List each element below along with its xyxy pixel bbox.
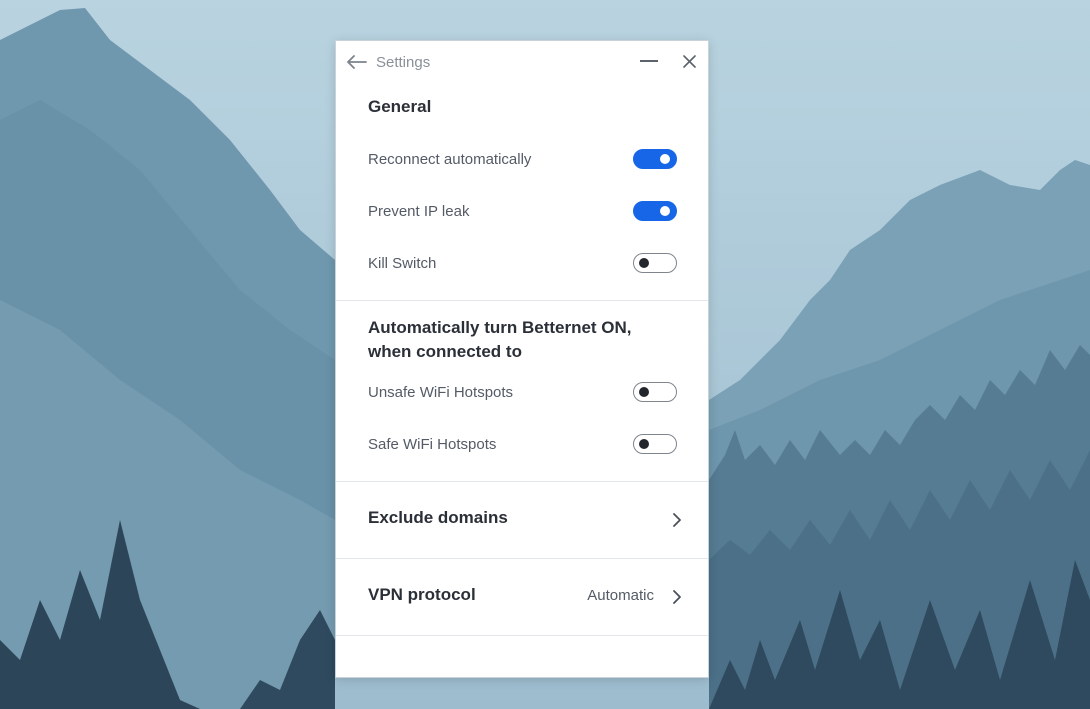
close-icon bbox=[682, 54, 696, 68]
unsafe-wifi-hotspots-toggle[interactable] bbox=[633, 382, 677, 402]
reconnect-automatically-label: Reconnect automatically bbox=[368, 151, 532, 168]
kill-switch-label: Kill Switch bbox=[368, 255, 437, 272]
settings-window: Settings General Reconnect automatically… bbox=[335, 40, 709, 678]
unsafe-wifi-hotspots-label: Unsafe WiFi Hotspots bbox=[368, 384, 514, 401]
section-divider bbox=[336, 300, 708, 301]
chevron-right-icon bbox=[673, 590, 681, 604]
vpn-protocol-label: VPN protocol bbox=[368, 585, 476, 604]
minimize-icon bbox=[640, 60, 658, 62]
close-button[interactable] bbox=[678, 50, 700, 72]
prevent-ip-leak-label: Prevent IP leak bbox=[368, 203, 470, 220]
general-heading: General bbox=[368, 97, 432, 116]
auto-on-heading: Automatically turn Betternet ON, when co… bbox=[368, 316, 632, 364]
exclude-domains-label: Exclude domains bbox=[368, 508, 508, 527]
section-divider bbox=[336, 635, 708, 636]
auto-on-heading-line1: Automatically turn Betternet ON, bbox=[368, 318, 632, 337]
minimize-button[interactable] bbox=[636, 50, 662, 72]
back-arrow-icon bbox=[347, 55, 367, 69]
safe-wifi-hotspots-toggle[interactable] bbox=[633, 434, 677, 454]
auto-on-heading-line2: when connected to bbox=[368, 342, 522, 361]
back-button[interactable] bbox=[346, 51, 368, 73]
toggle-knob bbox=[660, 154, 670, 164]
prevent-ip-leak-toggle[interactable] bbox=[633, 201, 677, 221]
toggle-knob bbox=[660, 206, 670, 216]
chevron-right-icon bbox=[673, 513, 681, 527]
safe-wifi-hotspots-label: Safe WiFi Hotspots bbox=[368, 436, 497, 453]
reconnect-automatically-toggle[interactable] bbox=[633, 149, 677, 169]
kill-switch-toggle[interactable] bbox=[633, 253, 677, 273]
window-title: Settings bbox=[376, 54, 431, 71]
vpn-protocol-value: Automatic bbox=[587, 587, 654, 604]
title-bar: Settings bbox=[336, 41, 708, 83]
exclude-domains-row[interactable]: Exclude domains bbox=[336, 482, 708, 558]
toggle-knob bbox=[639, 386, 649, 397]
toggle-knob bbox=[639, 438, 649, 449]
vpn-protocol-row[interactable]: VPN protocol Automatic bbox=[336, 559, 708, 635]
toggle-knob bbox=[639, 257, 649, 268]
